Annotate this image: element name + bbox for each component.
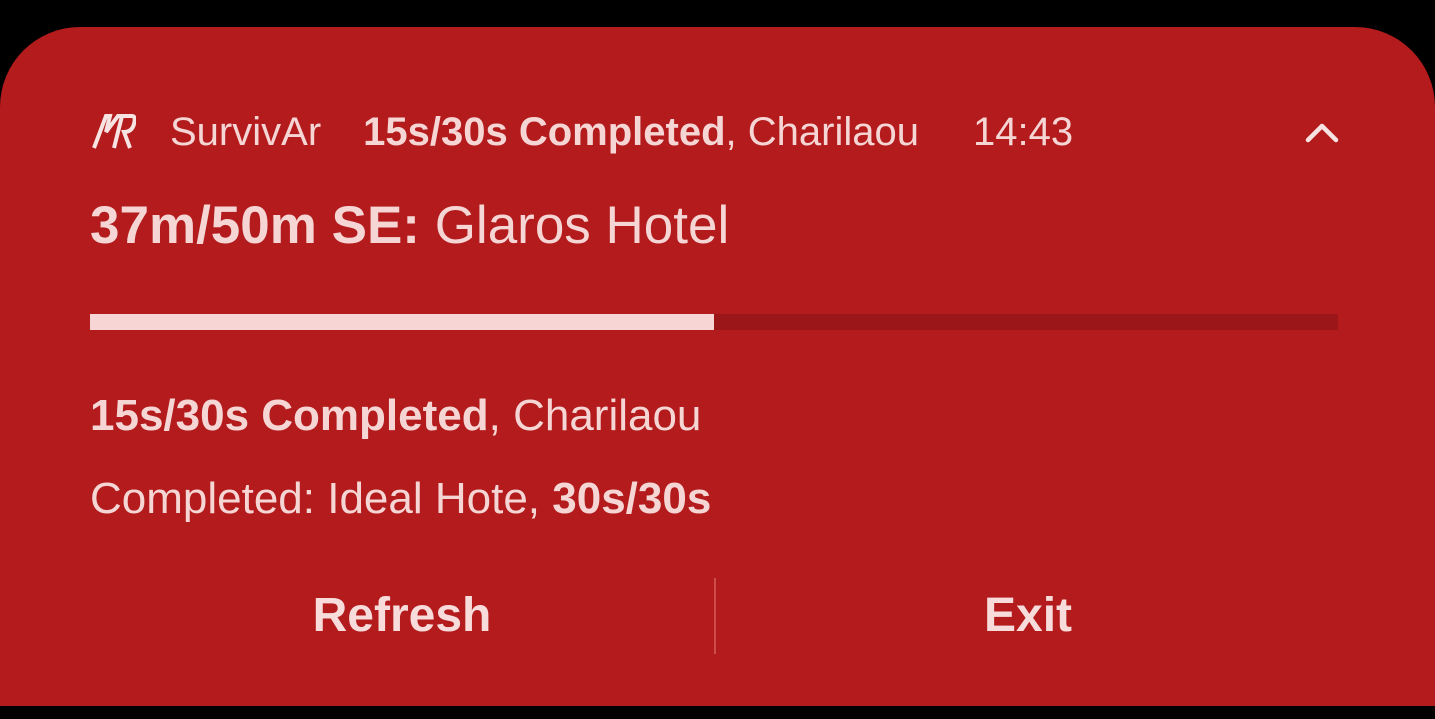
distance-label: 37m/50m SE: (90, 196, 420, 255)
notification-actions: Refresh Exit (90, 578, 1340, 654)
notification-title: 37m/50m SE: Glaros Hotel (90, 195, 729, 256)
actions-divider (714, 578, 716, 654)
status-line-current: 15s/30s Completed, Charilaou (90, 391, 701, 441)
chevron-up-icon[interactable] (1302, 115, 1342, 149)
status-line-completed: Completed: Ideal Hote, 30s/30s (90, 474, 711, 524)
current-progress: 15s/30s Completed (90, 391, 489, 440)
notification-card[interactable]: SurvivAr 15s/30s Completed, Charilaou 14… (0, 27, 1435, 706)
progress-bar (90, 314, 1338, 330)
refresh-button[interactable]: Refresh (90, 578, 714, 654)
header-status-location: , Charilaou (725, 109, 919, 154)
destination-name: Glaros Hotel (419, 196, 730, 255)
exit-button[interactable]: Exit (716, 578, 1340, 654)
completed-location: Completed: Ideal Hote, (90, 474, 553, 523)
survivar-logo-icon (92, 112, 136, 152)
notification-time: 14:43 (972, 109, 1074, 154)
progress-bar-fill (90, 314, 714, 330)
header-status: 15s/30s Completed, Charilaou (363, 110, 919, 155)
notification-header: SurvivAr 15s/30s Completed, Charilaou 14… (92, 107, 1073, 157)
header-status-bold: 15s/30s Completed (363, 109, 726, 154)
current-location: , Charilaou (488, 391, 702, 440)
app-name: SurvivAr (170, 109, 322, 154)
completed-progress: 30s/30s (552, 474, 712, 523)
